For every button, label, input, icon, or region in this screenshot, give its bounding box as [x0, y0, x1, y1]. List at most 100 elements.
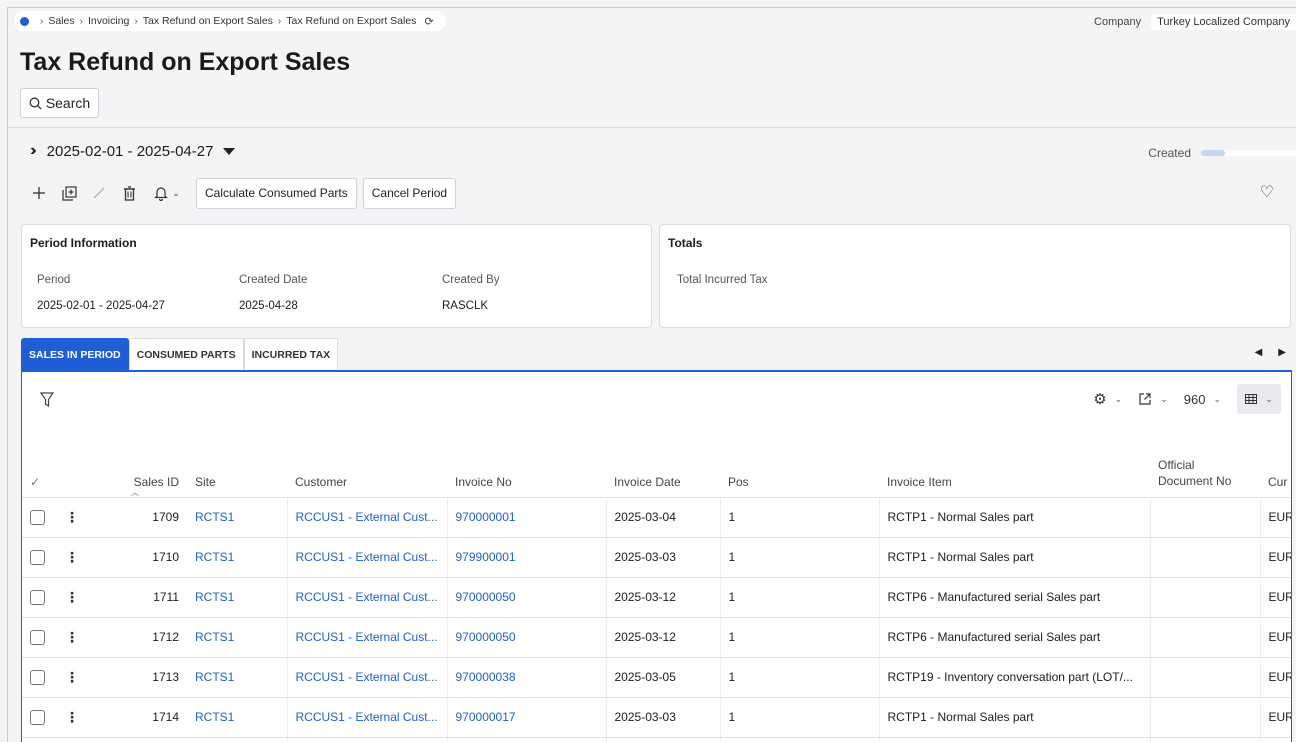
company-value[interactable]: Turkey Localized Company: [1151, 14, 1296, 30]
cell-invoice-no[interactable]: 970000001: [447, 497, 607, 538]
row-select-cell[interactable]: [22, 497, 57, 538]
header-currency[interactable]: Cur: [1260, 442, 1291, 498]
row-actions-cell[interactable]: ⋮: [57, 657, 87, 698]
header-customer[interactable]: Customer: [287, 442, 447, 498]
period-value[interactable]: 2025-02-01 - 2025-04-27: [47, 143, 214, 160]
row-select-cell[interactable]: [22, 577, 57, 618]
delete-icon[interactable]: [114, 178, 144, 208]
arrow-left-icon[interactable]: ◀: [1255, 347, 1263, 358]
header-pos[interactable]: Pos: [720, 442, 879, 498]
double-chevron-right-icon[interactable]: ››: [30, 142, 36, 160]
duplicate-icon[interactable]: [54, 178, 84, 208]
cell-site[interactable]: RCTS1: [187, 497, 288, 538]
row-select-cell[interactable]: [22, 737, 57, 742]
caret-down-icon[interactable]: [223, 147, 236, 155]
cell-customer[interactable]: RCCUS1 - External Cust...: [287, 617, 448, 658]
header-official-document-no[interactable]: Official Document No: [1150, 442, 1260, 498]
notification-menu[interactable]: ⌄: [144, 178, 190, 208]
cell-customer[interactable]: RCCUS1 - External Cust...: [287, 697, 448, 738]
breadcrumb-item-sales[interactable]: Sales: [48, 15, 74, 27]
header-site[interactable]: Site: [187, 442, 287, 498]
row-select-cell[interactable]: [22, 537, 57, 578]
more-options-icon[interactable]: ⋮: [65, 709, 79, 725]
cell-site[interactable]: RCTS1: [187, 617, 288, 658]
home-icon[interactable]: [20, 16, 29, 26]
cell-invoice-no[interactable]: 970000050: [447, 577, 607, 618]
cell-invoice-no[interactable]: [447, 737, 607, 742]
more-options-icon[interactable]: ⋮: [65, 669, 79, 685]
cell-site[interactable]: RCTS1: [187, 697, 288, 738]
table-row[interactable]: ⋮ 1713 RCTS1 RCCUS1 - External Cust... 97000…: [22, 657, 1291, 698]
row-checkbox[interactable]: [30, 509, 45, 525]
cell-customer[interactable]: RCCUS1 - External Cust...: [287, 577, 448, 618]
chevron-right-icon: ›: [277, 15, 282, 27]
table-row[interactable]: ⋮ 1712 RCTS1 RCCUS1 - External Cust... 97000…: [22, 617, 1291, 658]
cell-pos: 1: [720, 697, 880, 738]
cell-invoice-no[interactable]: 970000050: [447, 617, 607, 658]
row-actions-cell[interactable]: ⋮: [57, 497, 87, 538]
more-options-icon[interactable]: ⋮: [65, 509, 79, 525]
header-invoice-item[interactable]: Invoice Item: [879, 442, 1150, 498]
tab-incurred-tax[interactable]: INCURRED TAX: [243, 338, 339, 370]
header-invoice-date[interactable]: Invoice Date: [606, 442, 720, 498]
cell-customer[interactable]: RCCUS1 - External Cust...: [287, 657, 448, 698]
row-checkbox[interactable]: [30, 709, 45, 725]
period-selector[interactable]: ›› 2025-02-01 - 2025-04-27: [30, 142, 236, 160]
cell-customer[interactable]: RCCUS1 - External Cust...: [287, 497, 448, 538]
row-select-cell[interactable]: [22, 657, 57, 698]
view-mode-button[interactable]: ⌄: [1237, 384, 1281, 414]
row-checkbox[interactable]: [30, 549, 45, 565]
header-sales-id[interactable]: Sales ID ︿: [87, 442, 187, 498]
cell-official-document-no: [1150, 657, 1261, 698]
row-select-cell[interactable]: [22, 617, 57, 658]
arrow-right-icon[interactable]: ▶: [1278, 347, 1286, 358]
table-row[interactable]: ⋮ 1711 RCTS1 RCCUS1 - External Cust... 97000…: [22, 577, 1291, 618]
table-row[interactable]: ⋮ 1710 RCTS1 RCCUS1 - External Cust... 97990…: [22, 537, 1291, 578]
table-row[interactable]: [22, 737, 1291, 742]
filter-icon[interactable]: [39, 392, 55, 413]
header-invoice-no[interactable]: Invoice No: [447, 442, 606, 498]
row-checkbox[interactable]: [30, 629, 45, 645]
settings-menu[interactable]: ⚙ ⌄: [1093, 390, 1122, 408]
cell-site[interactable]: RCTS1: [187, 537, 288, 578]
page-size-selector[interactable]: 960 ⌄: [1184, 392, 1221, 407]
cell-invoice-item: RCTP19 - Inventory conversation part (LO…: [879, 657, 1151, 698]
tab-consumed-parts[interactable]: CONSUMED PARTS: [128, 338, 244, 370]
add-icon[interactable]: [24, 178, 54, 208]
row-actions-cell[interactable]: ⋮: [57, 537, 87, 578]
toolbar: ⌄ Calculate Consumed Parts Cancel Period: [24, 176, 457, 210]
row-checkbox[interactable]: [30, 589, 45, 605]
company-selector[interactable]: Company Turkey Localized Company: [1094, 14, 1296, 30]
favorite-icon[interactable]: ♡: [1260, 182, 1274, 202]
more-options-icon[interactable]: ⋮: [65, 549, 79, 565]
row-select-cell[interactable]: [22, 697, 57, 738]
breadcrumb-item-tax-refund[interactable]: Tax Refund on Export Sales: [143, 15, 273, 27]
more-options-icon[interactable]: ⋮: [65, 629, 79, 645]
cell-customer[interactable]: RCCUS1 - External Cust...: [287, 537, 448, 578]
cell-site[interactable]: [187, 737, 288, 742]
export-menu[interactable]: ⌄: [1138, 392, 1168, 406]
cell-invoice-no[interactable]: 970000038: [447, 657, 607, 698]
table-row[interactable]: ⋮ 1714 RCTS1 RCCUS1 - External Cust... 97000…: [22, 697, 1291, 738]
select-all-checkmark-icon[interactable]: ✓: [22, 442, 57, 498]
table-row[interactable]: ⋮ 1709 RCTS1 RCCUS1 - External Cust... 97000…: [22, 497, 1291, 538]
edit-icon[interactable]: [84, 178, 114, 208]
cell-invoice-no[interactable]: 979900001: [447, 537, 607, 578]
row-actions-cell[interactable]: ⋮: [57, 697, 87, 738]
cell-site[interactable]: RCTS1: [187, 657, 288, 698]
row-checkbox[interactable]: [30, 669, 45, 685]
calculate-consumed-parts-button[interactable]: Calculate Consumed Parts: [196, 177, 357, 209]
tab-sales-in-period[interactable]: SALES IN PERIOD: [21, 338, 129, 370]
search-button[interactable]: Search: [20, 88, 99, 118]
breadcrumb-item-invoicing[interactable]: Invoicing: [88, 15, 129, 27]
cell-customer[interactable]: [287, 737, 448, 742]
row-actions-cell[interactable]: ⋮: [57, 577, 87, 618]
cell-invoice-no[interactable]: 970000017: [447, 697, 607, 738]
cell-site[interactable]: RCTS1: [187, 577, 288, 618]
refresh-icon[interactable]: ⟳: [424, 15, 433, 28]
cancel-period-button[interactable]: Cancel Period: [362, 177, 457, 209]
grid-tools: ⚙ ⌄ ⌄ 960 ⌄ ⌄: [1093, 384, 1281, 414]
more-options-icon[interactable]: ⋮: [65, 589, 79, 605]
row-actions-cell[interactable]: ⋮: [57, 617, 87, 658]
row-actions-cell[interactable]: [57, 737, 87, 742]
